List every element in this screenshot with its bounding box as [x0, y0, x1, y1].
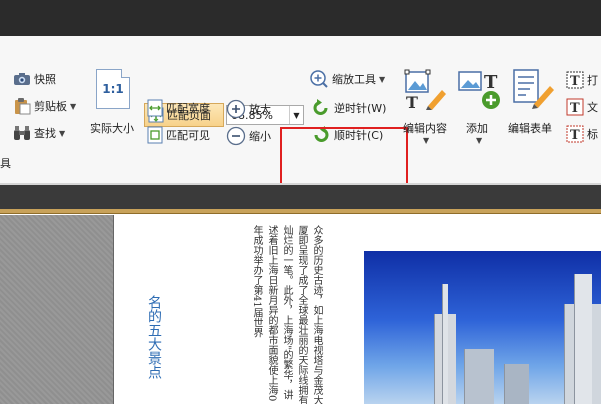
building-spire — [442, 284, 448, 404]
add-icon: T — [457, 68, 501, 110]
building-shape — [574, 274, 592, 404]
add-button[interactable]: 添加 — [466, 120, 488, 136]
edit-content-icon: T — [404, 68, 448, 112]
zoom-in-label: 放大 — [249, 103, 271, 116]
typewriter-label: 打 — [587, 74, 598, 87]
clipboard-label: 剪贴板 — [34, 100, 67, 113]
edit-content-dropdown-icon[interactable]: ▼ — [423, 136, 429, 145]
zoom-in-icon — [226, 99, 246, 119]
zoom-out-label: 缩小 — [249, 130, 271, 143]
document-top-bar — [0, 185, 601, 209]
find-button[interactable]: 查找 ▼ — [13, 125, 65, 141]
svg-text:T: T — [484, 72, 498, 93]
magnifier-plus-icon — [309, 69, 329, 89]
typewriter-button[interactable]: T 打 — [566, 71, 598, 89]
zoom-tool-label: 缩放工具 — [332, 73, 376, 86]
page-vertical-text: 众多的历史古迹，如上海电视塔与金茂大厦即呈现了成了全球最壮丽的天际线拥有灿烂的一… — [251, 225, 322, 404]
edit-content-button[interactable]: 编辑内容 — [403, 120, 447, 136]
add-label: 添加 — [466, 122, 488, 135]
add-dropdown-icon[interactable]: ▼ — [476, 136, 482, 145]
svg-text:T: T — [406, 93, 418, 110]
building-shape — [504, 364, 529, 404]
document-viewport[interactable]: 名的五大景点 众多的历史古迹，如上海电视塔与金茂大厦即呈现了成了全球最壮丽的天际… — [0, 215, 601, 404]
zoom-out-icon — [226, 126, 246, 146]
building-shape — [464, 349, 494, 404]
document-border — [0, 209, 601, 214]
callout-button[interactable]: T 标 — [566, 125, 598, 143]
fit-visible-icon — [147, 126, 163, 144]
actual-size-label: 实际大小 — [90, 122, 134, 135]
zoom-in-button[interactable]: 放大 — [226, 99, 271, 119]
snapshot-button[interactable]: 快照 — [13, 71, 56, 87]
svg-text:T: T — [570, 128, 580, 143]
actual-size-icon: 1:1 — [96, 69, 130, 109]
find-label: 查找 — [34, 127, 56, 140]
textbox-label: 文 — [587, 101, 598, 114]
ribbon-toolbar: 具 快照 剪贴板 ▼ 查找 ▼ 1:1 实际大小 匹配页面 匹配宽度 匹配可见 … — [0, 36, 601, 208]
typewriter-icon: T — [566, 71, 584, 89]
edit-content-label: 编辑内容 — [403, 122, 447, 135]
zoom-tool-button[interactable]: 缩放工具 ▼ — [309, 69, 385, 89]
clipboard-icon — [13, 97, 31, 115]
textbox-icon: T — [566, 98, 584, 116]
title-bar — [0, 0, 601, 36]
actual-size-button[interactable]: 实际大小 — [90, 120, 134, 136]
zoom-tool-dropdown-icon[interactable]: ▼ — [379, 75, 385, 84]
fit-width-button[interactable]: 匹配宽度 — [147, 99, 210, 117]
document-page: 名的五大景点 众多的历史古迹，如上海电视塔与金茂大厦即呈现了成了全球最壮丽的天际… — [113, 215, 601, 404]
edit-form-button[interactable]: 编辑表单 — [508, 120, 552, 136]
edit-form-icon — [512, 68, 556, 110]
clipboard-dropdown-icon[interactable]: ▼ — [70, 102, 76, 111]
textbox-button[interactable]: T 文 — [566, 98, 598, 116]
actual-size-icon-text: 1:1 — [102, 82, 124, 96]
page-vertical-title: 名的五大景点 — [146, 295, 162, 379]
skyline-photo — [364, 251, 601, 404]
binoculars-icon — [13, 125, 31, 141]
svg-text:T: T — [570, 101, 580, 116]
tools-partial-label[interactable]: 具 — [0, 155, 11, 171]
tools-partial-text: 具 — [0, 157, 11, 170]
camera-icon — [13, 72, 31, 86]
snapshot-label: 快照 — [34, 73, 56, 86]
svg-text:T: T — [570, 74, 580, 89]
edit-form-label: 编辑表单 — [508, 122, 552, 135]
fit-width-icon — [147, 99, 163, 117]
zoom-dropdown-icon[interactable]: ▼ — [289, 106, 303, 124]
fit-visible-label: 匹配可见 — [166, 129, 210, 142]
clipboard-button[interactable]: 剪贴板 ▼ — [13, 97, 76, 115]
rotate-counterclockwise-button[interactable]: 逆时针(W) — [311, 98, 386, 118]
fit-visible-button[interactable]: 匹配可见 — [147, 126, 210, 144]
fit-width-label: 匹配宽度 — [166, 102, 210, 115]
rotate-ccw-icon — [311, 98, 331, 118]
callout-label: 标 — [587, 128, 598, 141]
zoom-out-button[interactable]: 缩小 — [226, 126, 271, 146]
callout-icon: T — [566, 125, 584, 143]
rotate-ccw-label: 逆时针(W) — [334, 102, 387, 115]
find-dropdown-icon[interactable]: ▼ — [59, 129, 65, 138]
